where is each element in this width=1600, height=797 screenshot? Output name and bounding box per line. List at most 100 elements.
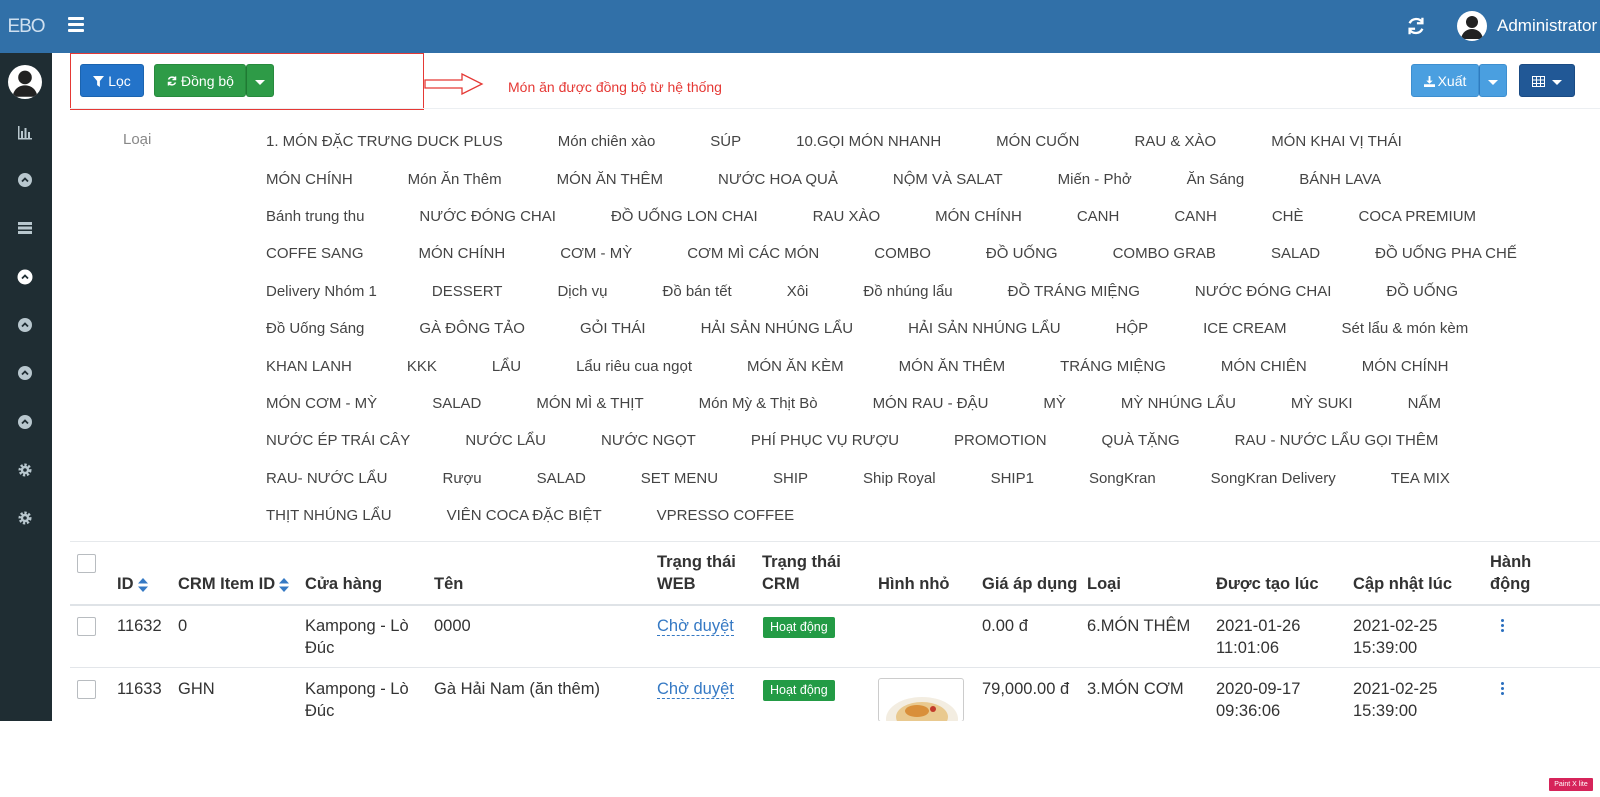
header-crm-status[interactable]: Trạng thái CRM — [762, 551, 841, 595]
category-filter-item[interactable]: MÓN ĂN THÊM — [557, 171, 663, 188]
menu-toggle-icon[interactable] — [68, 17, 84, 32]
user-name[interactable]: Administrator — [1497, 0, 1597, 52]
category-filter-item[interactable]: RAU & XÀO — [1135, 133, 1217, 150]
category-filter-item[interactable]: PROMOTION — [954, 432, 1047, 449]
category-filter-item[interactable]: CƠM MÌ CÁC MÓN — [687, 245, 819, 262]
brand-logo[interactable]: EBO — [0, 0, 52, 53]
category-filter-item[interactable]: VPRESSO COFFEE — [657, 507, 795, 524]
header-store[interactable]: Cửa hàng — [305, 573, 382, 595]
category-filter-item[interactable]: SALAD — [537, 470, 586, 487]
category-filter-item[interactable]: TEA MIX — [1391, 470, 1450, 487]
category-filter-item[interactable]: COMBO GRAB — [1113, 245, 1216, 262]
header-id[interactable]: ID — [117, 573, 148, 595]
refresh-icon[interactable] — [1405, 15, 1427, 37]
category-filter-item[interactable]: MÓN RAU - ĐẬU — [873, 395, 989, 412]
category-filter-item[interactable]: Bánh trung thu — [266, 208, 364, 225]
category-filter-item[interactable]: SongKran Delivery — [1211, 470, 1336, 487]
category-filter-item[interactable]: NƯỚC HOA QUẢ — [718, 171, 838, 188]
category-filter-item[interactable]: SHIP1 — [991, 470, 1034, 487]
category-filter-item[interactable]: MÓN KHAI VỊ THÁI — [1271, 133, 1402, 150]
category-filter-item[interactable]: LẨU — [492, 358, 521, 375]
cell-web-status[interactable]: Chờ duyệt — [657, 615, 734, 637]
gear-icon[interactable] — [16, 461, 34, 479]
circle-up-icon[interactable] — [16, 364, 34, 382]
category-filter-item[interactable]: Đồ nhúng lẩu — [863, 283, 952, 300]
row-checkbox[interactable] — [77, 680, 96, 699]
header-updated[interactable]: Cập nhật lúc — [1353, 573, 1452, 595]
export-dropdown-toggle[interactable] — [1479, 64, 1507, 97]
category-filter-item[interactable]: MÓN CHÍNH — [1362, 358, 1449, 375]
category-filter-item[interactable]: MÓN ĂN THÊM — [899, 358, 1005, 375]
category-filter-item[interactable]: Ăn Sáng — [1187, 171, 1245, 188]
circle-up-icon[interactable] — [16, 413, 34, 431]
category-filter-item[interactable]: COMBO — [874, 245, 931, 262]
header-crm-item-id[interactable]: CRM Item ID — [178, 573, 290, 595]
category-filter-item[interactable]: ĐỒ UỐNG — [986, 245, 1058, 262]
category-filter-item[interactable]: Lẩu riêu cua ngọt — [576, 358, 692, 375]
category-filter-item[interactable]: MỲ SUKI — [1291, 395, 1353, 412]
category-filter-item[interactable]: Delivery Nhóm 1 — [266, 283, 377, 300]
category-filter-item[interactable]: ICE CREAM — [1203, 320, 1286, 337]
category-filter-item[interactable]: CƠM - MỲ — [560, 245, 632, 262]
category-filter-item[interactable]: NẤM — [1408, 395, 1441, 412]
category-filter-item[interactable]: RAU - NƯỚC LẨU GỌI THÊM — [1235, 432, 1439, 449]
category-filter-item[interactable]: HẢI SẢN NHÚNG LẨU — [701, 320, 854, 337]
category-filter-item[interactable]: NƯỚC ĐÓNG CHAI — [419, 208, 556, 225]
category-filter-item[interactable]: ĐỒ TRÁNG MIỆNG — [1008, 283, 1140, 300]
category-filter-item[interactable]: MÓN MÌ & THỊT — [536, 395, 643, 412]
category-filter-item[interactable]: NƯỚC LẨU — [465, 432, 546, 449]
category-filter-item[interactable]: 10.GỌI MÓN NHANH — [796, 133, 941, 150]
circle-up-icon[interactable] — [16, 268, 34, 286]
category-filter-item[interactable]: Ship Royal — [863, 470, 936, 487]
category-filter-item[interactable]: SALAD — [1271, 245, 1320, 262]
category-filter-item[interactable]: HẢI SẢN NHÚNG LẨU — [908, 320, 1061, 337]
gear-icon[interactable] — [16, 509, 34, 527]
category-filter-item[interactable]: NƯỚC NGỌT — [601, 432, 696, 449]
web-status-link[interactable]: Chờ duyệt — [657, 617, 734, 636]
category-filter-item[interactable]: ĐỒ UỐNG PHA CHẾ — [1375, 245, 1517, 262]
category-filter-item[interactable]: Sét lẩu & món kèm — [1341, 320, 1468, 337]
category-filter-item[interactable]: QUÀ TẶNG — [1102, 432, 1180, 449]
category-filter-item[interactable]: MÓN CHIÊN — [1221, 358, 1307, 375]
header-name[interactable]: Tên — [434, 573, 463, 595]
category-filter-item[interactable]: GỎI THÁI — [580, 320, 646, 337]
sync-dropdown-toggle[interactable] — [246, 64, 274, 97]
category-filter-item[interactable]: Xôi — [787, 283, 809, 300]
sidebar-avatar[interactable] — [8, 65, 42, 99]
header-web-status[interactable]: Trạng thái WEB — [657, 551, 736, 595]
item-thumbnail[interactable] — [878, 678, 964, 722]
category-filter-item[interactable]: BÁNH LAVA — [1299, 171, 1381, 188]
filter-button[interactable]: Lọc — [80, 64, 144, 97]
category-filter-item[interactable]: COFFE SANG — [266, 245, 364, 262]
category-filter-item[interactable]: 1. MÓN ĐẶC TRƯNG DUCK PLUS — [266, 133, 503, 150]
category-filter-item[interactable]: MÓN CHÍNH — [266, 171, 353, 188]
chart-icon[interactable] — [16, 123, 34, 141]
category-filter-item[interactable]: SongKran — [1089, 470, 1156, 487]
category-filter-item[interactable]: ĐỒ UỐNG LON CHAI — [611, 208, 758, 225]
category-filter-item[interactable]: DESSERT — [432, 283, 503, 300]
select-all-checkbox[interactable] — [77, 554, 96, 573]
category-filter-item[interactable]: RAU XÀO — [813, 208, 881, 225]
user-avatar[interactable] — [1457, 11, 1487, 41]
circle-up-icon[interactable] — [16, 316, 34, 334]
category-filter-item[interactable]: Món chiên xào — [558, 133, 656, 150]
export-button[interactable]: Xuất — [1411, 64, 1479, 97]
web-status-link[interactable]: Chờ duyệt — [657, 680, 734, 699]
circle-up-icon[interactable] — [16, 171, 34, 189]
category-filter-item[interactable]: Món Ăn Thêm — [408, 171, 502, 188]
category-filter-item[interactable]: VIÊN COCA ĐẶC BIỆT — [447, 507, 602, 524]
category-filter-item[interactable]: CANH — [1077, 208, 1120, 225]
category-filter-item[interactable]: SALAD — [432, 395, 481, 412]
row-checkbox[interactable] — [77, 617, 96, 636]
category-filter-item[interactable]: KKK — [407, 358, 437, 375]
cell-web-status[interactable]: Chờ duyệt — [657, 678, 734, 700]
category-filter-item[interactable]: MÓN CHÍNH — [935, 208, 1022, 225]
category-filter-item[interactable]: Rượu — [443, 470, 482, 487]
category-filter-item[interactable]: Món Mỳ & Thịt Bò — [699, 395, 818, 412]
category-filter-item[interactable]: PHÍ PHỤC VỤ RƯỢU — [751, 432, 899, 449]
category-filter-item[interactable]: SHIP — [773, 470, 808, 487]
category-filter-item[interactable]: KHAN LANH — [266, 358, 352, 375]
category-filter-item[interactable]: MÓN CƠM - MỲ — [266, 395, 377, 412]
category-filter-item[interactable]: NƯỚC ÉP TRÁI CÂY — [266, 432, 410, 449]
category-filter-item[interactable]: Đồ Uống Sáng — [266, 320, 364, 337]
